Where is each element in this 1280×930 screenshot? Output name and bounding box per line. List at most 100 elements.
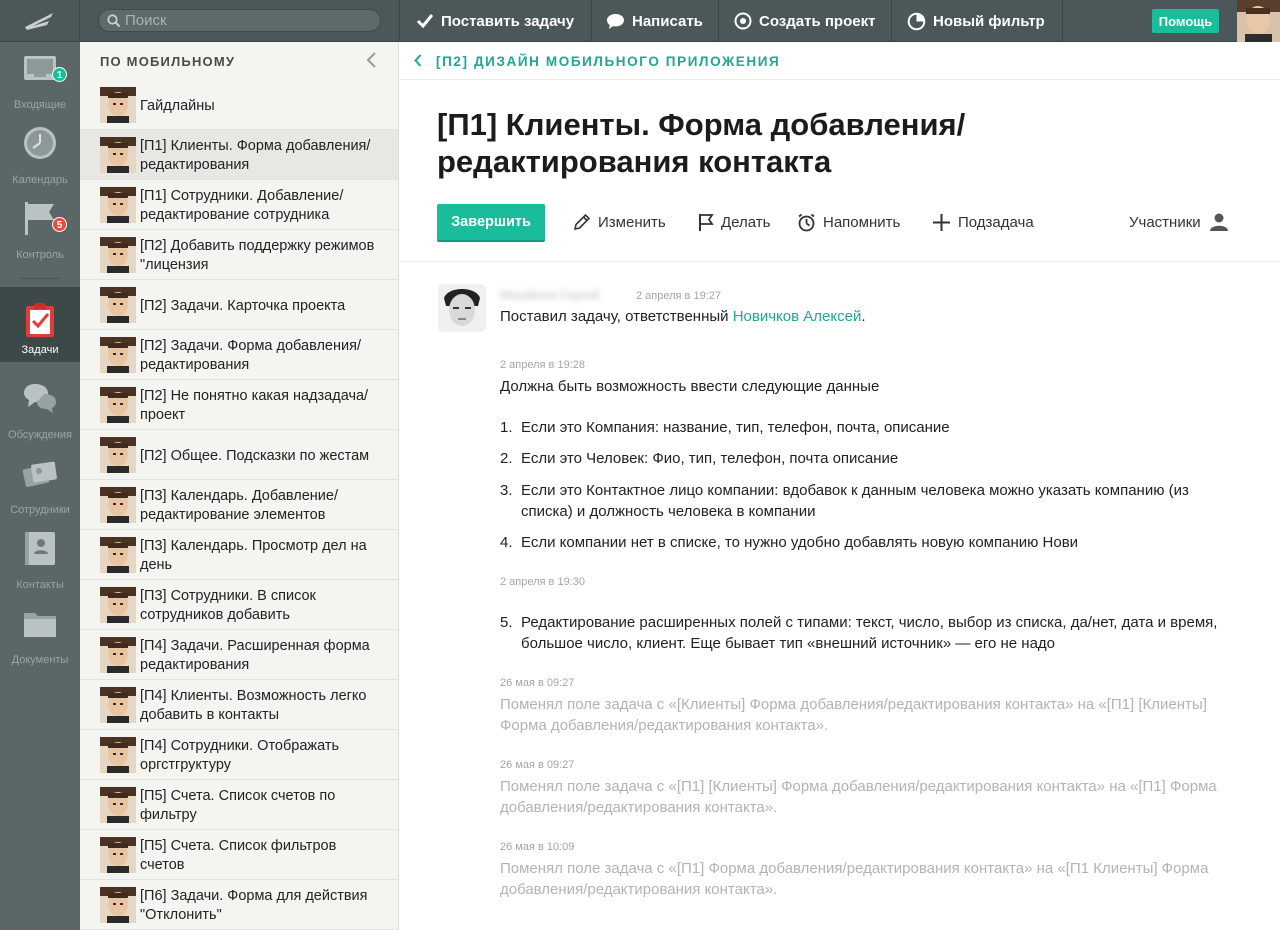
task-list-item[interactable]: [П1] Клиенты. Форма добавления/редактиро…	[80, 130, 398, 180]
task-assignee-avatar	[100, 587, 136, 623]
breadcrumb-parent-project[interactable]: [П2] ДИЗАЙН МОБИЛЬНОГО ПРИЛОЖЕНИЯ	[436, 54, 780, 69]
breadcrumb[interactable]: [П2] ДИЗАЙН МОБИЛЬНОГО ПРИЛОЖЕНИЯ	[400, 42, 1280, 80]
nav-contacts[interactable]: Контакты	[0, 522, 80, 597]
do-label: Делать	[721, 213, 771, 231]
task-assignee-avatar	[100, 687, 136, 723]
create-project-button[interactable]: Создать проект	[734, 0, 875, 42]
chevron-left-icon[interactable]	[364, 51, 380, 69]
assignee-photo-icon	[100, 687, 136, 723]
task-title: [П3] Календарь. Просмотр дел на день	[140, 538, 367, 573]
remind-button[interactable]: Напомнить	[797, 204, 900, 240]
do-button[interactable]: Делать	[698, 204, 770, 240]
task-list-item[interactable]: [П4] Клиенты. Возможность легко добавить…	[80, 680, 398, 730]
nav-contacts-label: Контакты	[16, 579, 64, 591]
task-list-item[interactable]: [П1] Сотрудники. Добавление/редактирован…	[80, 180, 398, 230]
assignee-photo-icon	[100, 737, 136, 773]
assignee-photo-icon	[100, 637, 136, 673]
task-list-header: ПО МОБИЛЬНОМУ	[80, 42, 398, 80]
nav-documents[interactable]: Документы	[0, 597, 80, 672]
task-list-item[interactable]: [П2] Общее. Подсказки по жестам	[80, 430, 398, 480]
app-logo[interactable]	[0, 0, 80, 42]
search-input[interactable]	[125, 12, 365, 29]
task-assignee-avatar	[100, 237, 136, 273]
task-list-item[interactable]: [П2] Не понятно какая надзадача/проект	[80, 380, 398, 430]
comment-timestamp: 2 апреля в 19:30	[500, 576, 585, 588]
comment-timestamp: 2 апреля в 19:28	[500, 359, 585, 371]
assignee-photo-icon	[100, 487, 136, 523]
task-assignee-avatar	[100, 387, 136, 423]
list-item-text: Если это Человек: Фио, тип, телефон, поч…	[521, 450, 899, 467]
search-box[interactable]	[98, 9, 381, 32]
top-bar: Поставить задачу Написать Создать проект…	[0, 0, 1280, 42]
pencil-icon	[573, 213, 591, 230]
contacts-book-icon	[25, 532, 55, 565]
nav-calendar[interactable]: Календарь	[0, 117, 80, 192]
nav-discussions[interactable]: Обсуждения	[0, 372, 80, 447]
task-title: [П2] Общее. Подсказки по жестам	[140, 447, 370, 464]
task-list-item[interactable]: [П4] Сотрудники. Отображать оргстгруктур…	[80, 730, 398, 780]
task-list-item[interactable]: [П2] Задачи. Карточка проекта	[80, 280, 398, 330]
edit-button[interactable]: Изменить	[572, 204, 666, 240]
alarm-clock-icon	[798, 213, 815, 231]
author-photo-icon	[438, 284, 486, 332]
task-list-item[interactable]: [П4] Задачи. Расширенная форма редактиро…	[80, 630, 398, 680]
subtask-button[interactable]: Подзадача	[932, 204, 1034, 240]
task-title: [П3] Сотрудники. В список сотрудников до…	[140, 588, 316, 623]
task-list-item[interactable]: [П6] Задачи. Форма для действия "Отклони…	[80, 880, 398, 930]
task-list-item[interactable]: [П5] Счета. Список счетов по фильтру	[80, 780, 398, 830]
nav-employees[interactable]: Сотрудники	[0, 447, 80, 522]
assignee-photo-icon	[100, 337, 136, 373]
new-filter-label: Новый фильтр	[933, 12, 1045, 30]
author-name[interactable]: Михайлов Сергей	[500, 288, 599, 302]
task-list-item[interactable]: [П2] Задачи. Форма добавления/редактиров…	[80, 330, 398, 380]
task-list-item[interactable]: Гайдлайны	[80, 80, 398, 130]
task-list-item[interactable]: [П2] Добавить поддержку режимов "лицензи…	[80, 230, 398, 280]
task-title: [П1] Клиенты. Форма добавления/редактиро…	[140, 138, 371, 173]
control-badge: 5	[52, 217, 67, 232]
task-actions-bar: Завершить Изменить Делать Напомнить Подз…	[400, 204, 1280, 240]
task-assignee-avatar	[100, 337, 136, 373]
task-assignee-avatar	[100, 887, 136, 923]
assignee-photo-icon	[100, 437, 136, 473]
task-title: [П2] Задачи. Карточка проекта	[140, 297, 346, 314]
remind-label: Напомнить	[823, 213, 901, 231]
help-button[interactable]: Помощь	[1152, 9, 1219, 33]
new-filter-button[interactable]: Новый фильтр	[907, 0, 1045, 42]
assignee-photo-icon	[100, 237, 136, 273]
nav-inbox-label: Входящие	[13, 99, 67, 111]
task-list-item[interactable]: [П5] Счета. Список фильтров счетов	[80, 830, 398, 880]
nav-inbox[interactable]: 1 Входящие	[0, 42, 80, 117]
inbox-badge: 1	[52, 67, 67, 82]
task-list-item[interactable]: [П3] Сотрудники. В список сотрудников до…	[80, 580, 398, 630]
task-title: Гайдлайны	[140, 97, 215, 114]
create-task-button[interactable]: Поставить задачу	[416, 0, 574, 42]
target-icon	[734, 12, 752, 30]
create-task-label: Поставить задачу	[441, 12, 575, 30]
inbox-icon	[24, 56, 56, 80]
task-list-item[interactable]: [П3] Календарь. Просмотр дел на день	[80, 530, 398, 580]
comment-text: Поставил задачу, ответственный Новичков …	[500, 306, 866, 327]
task-title: [П4] Сотрудники. Отображать оргстгруктур…	[140, 738, 340, 773]
complete-label: Завершить	[451, 214, 531, 230]
nav-tasks[interactable]: Задачи	[0, 287, 80, 362]
chevron-left-icon[interactable]	[414, 54, 422, 67]
nav-control[interactable]: 5 Контроль	[0, 192, 80, 267]
assignee-link[interactable]: Новичков Алексей	[733, 308, 862, 325]
nav-control-label: Контроль	[16, 249, 64, 261]
participants-button[interactable]: Участники	[1129, 204, 1236, 240]
complete-button[interactable]: Завершить	[437, 204, 545, 240]
list-item-number: 4.	[500, 534, 513, 551]
list-item-text: Редактирование расширенных полей с типам…	[521, 614, 1218, 652]
change-timestamp: 26 мая в 09:27	[500, 759, 575, 771]
author-avatar[interactable]	[438, 284, 486, 332]
edit-label: Изменить	[598, 213, 666, 231]
user-avatar[interactable]	[1237, 0, 1280, 42]
employees-cards-icon	[22, 461, 57, 487]
task-assignee-avatar	[100, 637, 136, 673]
list-item-number: 1.	[500, 419, 513, 436]
change-log-text: Поменял поле задача с «[П1] [Клиенты] Фо…	[500, 778, 1217, 816]
write-message-button[interactable]: Написать	[606, 0, 703, 42]
list-item-text: Если это Компания: название, тип, телефо…	[521, 419, 950, 436]
task-list-item[interactable]: [П3] Календарь. Добавление/редактировани…	[80, 480, 398, 530]
change-timestamp: 26 мая в 10:09	[500, 841, 575, 853]
